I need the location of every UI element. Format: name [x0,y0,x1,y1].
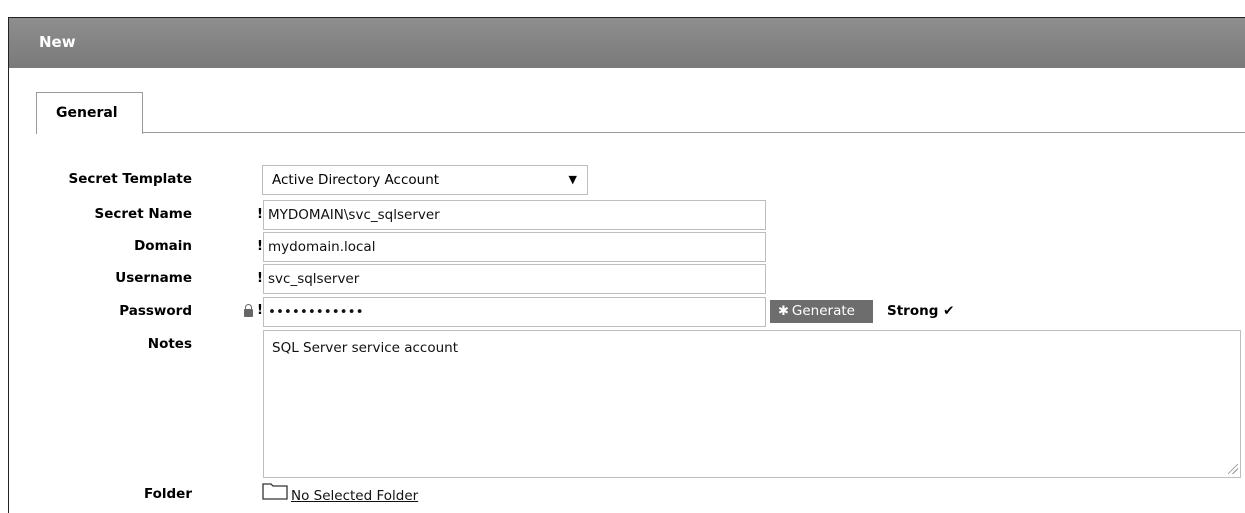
generate-button[interactable]: ✱ Generate [770,300,873,323]
dropdown-arrow-icon: ▼ [568,173,577,186]
lock-icon [244,304,253,317]
panel-header: New [9,18,1245,68]
generate-button-label: Generate [791,303,855,319]
password-input[interactable] [263,297,766,327]
folder-icon[interactable] [262,482,288,500]
notes-label: Notes [147,336,192,352]
secret-template-label: Secret Template [68,171,193,187]
tab-general-label: General [56,105,118,121]
password-label: Password [119,303,192,319]
password-strength: Strong ✔ [887,303,954,319]
select-folder-link[interactable]: No Selected Folder [291,488,418,504]
tab-divider [143,132,1245,133]
resize-grip-icon[interactable] [1228,464,1238,474]
domain-input[interactable] [263,232,766,262]
secret-template-value: Active Directory Account [272,172,440,188]
tab-general[interactable]: General [36,92,143,134]
secret-name-input[interactable] [263,200,766,230]
username-input[interactable] [263,264,766,294]
asterisk-icon: ✱ [778,304,789,319]
notes-textarea[interactable]: SQL Server service account [263,330,1241,478]
secret-name-label: Secret Name [94,206,192,222]
checkmark-icon: ✔ [943,303,955,319]
password-strength-label: Strong [887,303,939,319]
username-label: Username [115,270,192,286]
folder-label: Folder [143,486,192,502]
secret-template-select[interactable]: Active Directory Account ▼ [262,165,588,195]
domain-label: Domain [134,238,192,254]
panel-title: New [39,33,76,51]
